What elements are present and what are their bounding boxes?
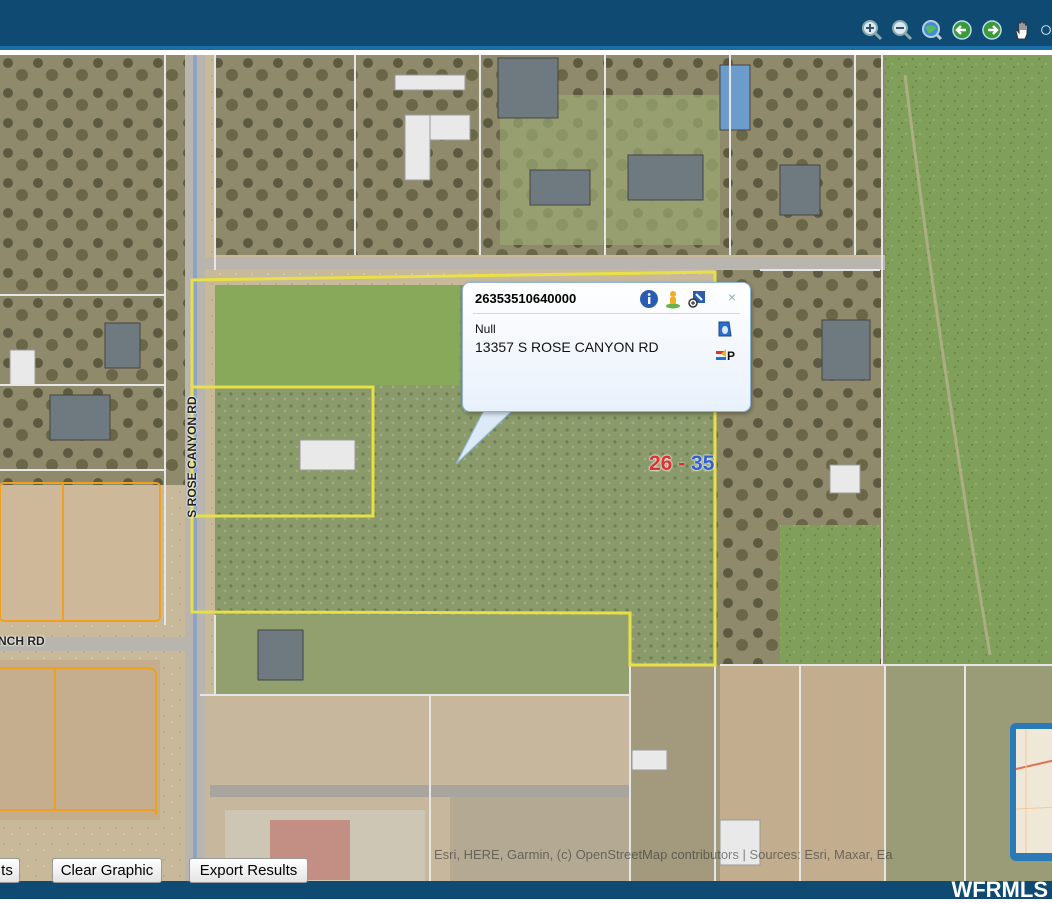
popup-divider — [473, 313, 740, 314]
parcel-number-label: 26 - 35 — [649, 452, 714, 476]
export-results-button[interactable]: Export Results — [189, 858, 308, 883]
wfrmls-watermark: WFRMLS — [951, 877, 1048, 902]
parcel-number-part-a: 26 — [649, 452, 673, 475]
more-icon[interactable] — [1040, 18, 1052, 42]
globe-icon[interactable] — [920, 18, 944, 42]
tag-icon[interactable] — [715, 319, 735, 339]
overview-map[interactable] — [1010, 723, 1052, 861]
bottom-bar — [0, 881, 1052, 899]
forward-arrow-icon[interactable] — [980, 18, 1004, 42]
map-attribution: Esri, HERE, Garmin, (c) OpenStreetMap co… — [434, 847, 893, 862]
popup-owner: Null — [475, 322, 496, 336]
info-icon[interactable] — [639, 289, 659, 309]
popup-parcel-id: 26353510640000 — [475, 291, 577, 306]
zoom-in-icon[interactable] — [860, 18, 884, 42]
parcel-number-sep: - — [672, 452, 692, 475]
popup-tail — [455, 408, 515, 465]
toolbar-divider — [0, 46, 1052, 50]
parcel-number-part-b: 35 — [691, 452, 715, 475]
flag-icon[interactable]: P — [715, 345, 735, 365]
top-toolbar — [0, 0, 1052, 46]
street-label-ranch: NCH RD — [0, 634, 45, 648]
pan-hand-icon[interactable] — [1010, 18, 1034, 42]
zoom-out-icon[interactable] — [890, 18, 914, 42]
popup-address: 13357 S ROSE CANYON RD — [475, 339, 659, 355]
zoom-to-icon[interactable] — [687, 289, 707, 309]
parcel-info-popup: 26353510640000 × Null 13357 S ROSE CANYO… — [462, 282, 751, 412]
map-canvas[interactable] — [0, 55, 1052, 885]
map-tools — [860, 18, 1052, 42]
aerial-map[interactable]: S ROSE CANYON RD NCH RD 26 - 35 Esri, HE… — [0, 55, 1052, 885]
street-label-rose-canyon: S ROSE CANYON RD — [185, 396, 199, 518]
results-button[interactable]: ts — [0, 858, 20, 883]
clear-graphic-button[interactable]: Clear Graphic — [52, 858, 162, 883]
back-arrow-icon[interactable] — [950, 18, 974, 42]
overview-map-inner — [1015, 729, 1052, 853]
close-icon[interactable]: × — [728, 289, 736, 305]
svg-text:P: P — [727, 349, 735, 363]
person-icon[interactable] — [663, 289, 683, 309]
